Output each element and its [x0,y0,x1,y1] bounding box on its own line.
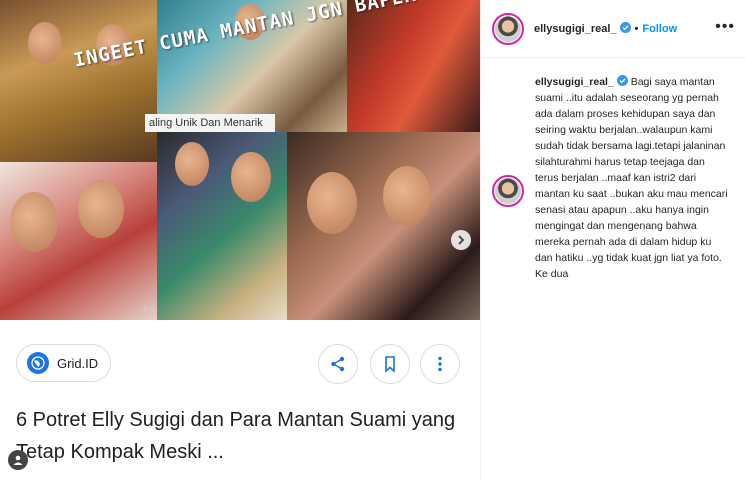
couple-photo-2 [157,132,287,320]
news-card: Grid.ID 6 Potret Elly Sugigi dan Para Ma… [0,320,480,480]
share-button[interactable] [318,344,358,384]
profile-icon[interactable] [8,450,28,470]
verified-badge-icon [616,75,628,86]
bookmark-icon [385,356,395,373]
couple-photo-3 [287,132,480,320]
source-chip[interactable]: Grid.ID [16,344,111,382]
instagram-side-panel: ellysugigi_real_ • Follow ••• ellysugigi_r… [480,0,745,480]
more-options-icon[interactable]: ••• [715,18,735,36]
header-username[interactable]: ellysugigi_real_ [534,23,617,35]
next-arrow-button[interactable] [451,230,471,250]
photo-caption-strip: aling Unik Dan Menarik [145,114,275,132]
caption-text: ellysugigi_real_ Bagi saya mantan suami … [535,74,731,282]
avatar[interactable] [492,175,524,207]
bookmark-button[interactable] [370,344,410,384]
follow-button[interactable]: Follow [642,23,677,35]
verified-badge-icon [619,22,631,33]
share-icon [331,356,345,372]
wedding-photo [0,0,157,162]
chevron-right-icon [458,235,465,245]
article-title[interactable]: 6 Potret Elly Sugigi dan Para Mantan Sua… [16,404,466,468]
caption-block: ellysugigi_real_ Bagi saya mantan suami … [481,58,745,282]
source-label: Grid.ID [57,355,99,371]
avatar[interactable] [492,12,524,45]
watermark: det [140,304,154,315]
globe-icon [27,352,49,374]
couple-photo-1 [0,162,157,320]
separator-dot: • [634,23,639,35]
post-header: ellysugigi_real_ • Follow ••• [481,0,745,58]
caption-body: Bagi saya mantan suami ..itu adalah sese… [535,76,728,280]
more-options-button[interactable] [420,344,460,384]
caption-username[interactable]: ellysugigi_real_ [535,76,614,88]
red-dress-photo [347,0,480,132]
more-vertical-icon [438,356,442,372]
